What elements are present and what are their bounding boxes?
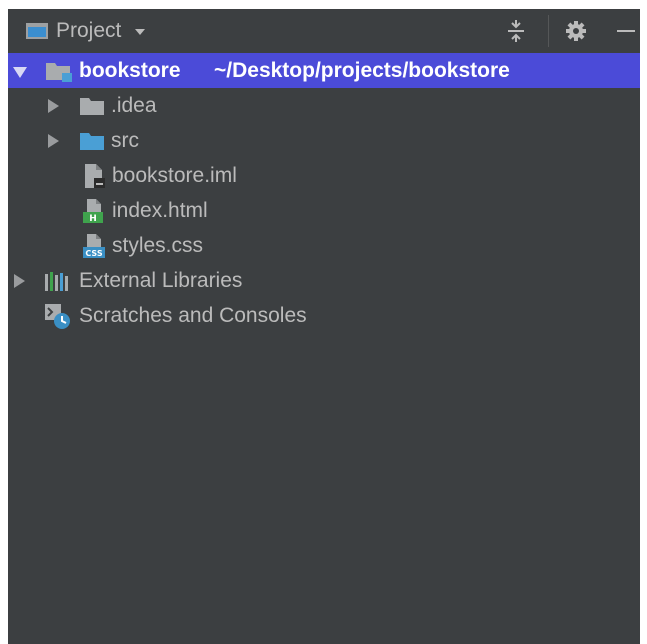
module-file-icon — [85, 164, 105, 188]
tree-item-styles-css[interactable]: CSS styles.css — [8, 228, 640, 263]
collapse-all-icon — [508, 20, 524, 42]
tree-item-label: External Libraries — [79, 269, 243, 292]
tree-item-src[interactable]: src — [8, 123, 640, 158]
svg-text:CSS: CSS — [85, 249, 102, 258]
tree-item-label: .idea — [111, 94, 157, 117]
library-icon — [45, 272, 68, 291]
view-title: Project — [56, 19, 122, 42]
tree-item-label: Scratches and Consoles — [79, 304, 307, 327]
tree-item-bookstore[interactable]: bookstore ~/Desktop/projects/bookstore — [8, 53, 640, 88]
toolbar-divider — [548, 15, 549, 47]
svg-text:H: H — [89, 214, 97, 224]
tree-item-bookstore-iml[interactable]: bookstore.iml — [8, 158, 640, 193]
expand-arrow-icon[interactable] — [14, 274, 25, 288]
root-name: bookstore — [79, 59, 181, 82]
tree-item-idea[interactable]: .idea — [8, 88, 640, 123]
settings-button[interactable] — [562, 17, 590, 45]
hide-button[interactable] — [612, 17, 640, 45]
tree-item-index-html[interactable]: H index.html — [8, 193, 640, 228]
minimize-icon — [617, 30, 635, 32]
tree-item-label: styles.css — [112, 234, 204, 257]
module-folder-icon — [46, 63, 72, 82]
tree-item-label: src — [111, 129, 139, 152]
tree-item-label: bookstore.iml — [112, 164, 237, 187]
tree-item-external-libraries[interactable]: External Libraries — [8, 263, 640, 298]
tree-item-scratches[interactable]: Scratches and Consoles — [8, 298, 640, 333]
expand-arrow-icon[interactable] — [48, 99, 59, 113]
tree-item-label: index.html — [112, 199, 208, 222]
project-tree: bookstore ~/Desktop/projects/bookstore .… — [8, 53, 640, 333]
source-folder-icon — [80, 133, 104, 150]
view-selector[interactable]: Project — [26, 18, 146, 44]
gear-icon — [566, 21, 586, 41]
project-tool-window: Project bookstore ~/Desktop/projects/boo… — [8, 9, 640, 644]
tool-window-header: Project — [8, 9, 640, 53]
css-file-icon: CSS — [83, 234, 105, 258]
project-window-icon — [26, 23, 48, 39]
folder-icon — [80, 98, 104, 115]
html-file-icon: H — [83, 199, 103, 224]
collapse-all-button[interactable] — [502, 17, 530, 45]
expand-arrow-icon[interactable] — [13, 67, 27, 78]
root-path: ~/Desktop/projects/bookstore — [214, 59, 510, 82]
scratches-icon — [45, 304, 70, 329]
expand-arrow-icon[interactable] — [48, 134, 59, 148]
chevron-down-icon[interactable] — [135, 29, 146, 35]
